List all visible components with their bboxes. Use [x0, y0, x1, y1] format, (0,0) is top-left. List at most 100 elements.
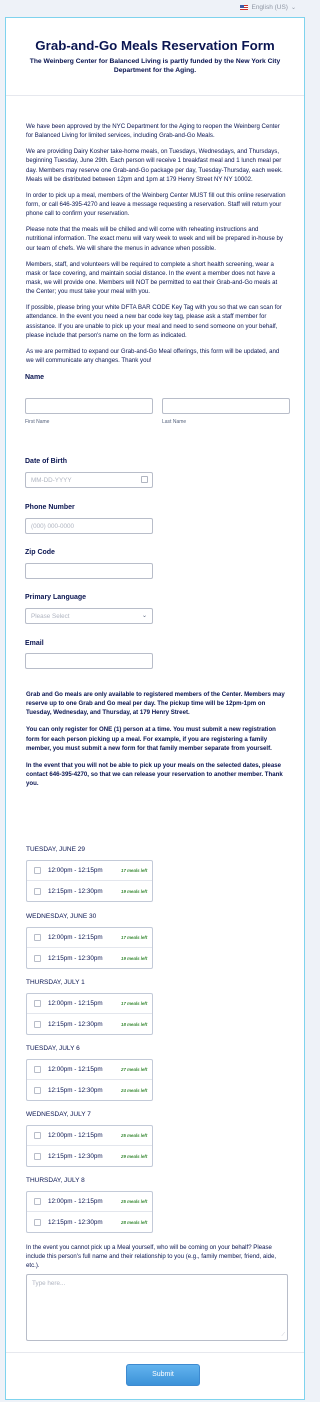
- slot-group: 12:00pm - 12:15pm 17 meals left 12:15pm -…: [26, 927, 153, 969]
- checkbox[interactable]: [34, 1000, 41, 1007]
- slot-time: 12:15pm - 12:30pm: [48, 1152, 103, 1160]
- slot-time: 12:00pm - 12:15pm: [48, 1066, 103, 1073]
- slot-option[interactable]: 12:00pm - 12:15pm 17 meals left: [27, 861, 152, 881]
- checkbox[interactable]: [34, 867, 41, 874]
- slot-group: 12:00pm - 12:15pm 27 meals left 12:15pm -…: [26, 1059, 153, 1101]
- slot-option[interactable]: 12:15pm - 12:30pm 19 meals left: [27, 881, 152, 901]
- slot-group: 12:00pm - 12:15pm 25 meals left 12:15pm -…: [26, 1125, 153, 1167]
- meals-left: 17 meals left: [121, 868, 148, 873]
- dob-placeholder: MM-DD-YYYY: [31, 477, 72, 484]
- slot-option[interactable]: 12:00pm - 12:15pm 17 meals left: [27, 928, 152, 948]
- pickup-textarea[interactable]: Type here... ⟋: [26, 1274, 288, 1341]
- resize-handle-icon[interactable]: ⟋: [281, 1332, 285, 1338]
- chevron-down-icon: ⌄: [141, 613, 147, 619]
- pickup-question: In the event you cannot pick up a Meal y…: [26, 1244, 277, 1269]
- checkbox[interactable]: [34, 934, 41, 941]
- notes-text: Grab and Go meals are only available to …: [26, 690, 291, 796]
- meals-left: 17 meals left: [121, 935, 148, 940]
- checkbox[interactable]: [34, 1086, 41, 1094]
- slot-option[interactable]: 12:00pm - 12:15pm 17 meals left: [27, 994, 152, 1014]
- slot-time: 12:00pm - 12:15pm: [48, 934, 103, 941]
- checkbox[interactable]: [34, 1152, 41, 1160]
- form-header: Grab-and-Go Meals Reservation Form The W…: [6, 38, 304, 76]
- slot-option[interactable]: 12:15pm - 12:30pm 19 meals left: [27, 948, 152, 968]
- intro-paragraph: In order to pick up a meal, members of t…: [26, 191, 286, 218]
- slot-option[interactable]: 12:15pm - 12:30pm 29 meals left: [27, 1146, 152, 1166]
- form-subtitle: The Weinberg Center for Balanced Living …: [29, 58, 281, 75]
- slot-time: 12:15pm - 12:30pm: [48, 1218, 103, 1226]
- last-name-input[interactable]: [162, 398, 290, 414]
- zip-input[interactable]: [25, 563, 153, 579]
- day-label: WEDNESDAY, JULY 7: [26, 1111, 91, 1118]
- language-select[interactable]: Please Select ⌄: [25, 608, 153, 624]
- phone-input[interactable]: (000) 000-0000: [25, 518, 153, 534]
- slot-option[interactable]: 12:15pm - 12:30pm 18 meals left: [27, 1014, 152, 1034]
- intro-text: We have been approved by the NYC Departm…: [26, 122, 286, 372]
- us-flag-icon: [240, 5, 249, 10]
- meals-left: 29 meals left: [121, 1153, 148, 1159]
- intro-paragraph: We are providing Dairy Kosher take-home …: [26, 148, 283, 183]
- zip-label: Zip Code: [25, 549, 55, 556]
- dob-label: Date of Birth: [25, 458, 67, 465]
- slot-time: 12:00pm - 12:15pm: [48, 867, 103, 874]
- slot-time: 12:15pm - 12:30pm: [48, 1086, 103, 1094]
- day-label: WEDNESDAY, JUNE 30: [26, 913, 97, 920]
- intro-paragraph: As we are permitted to expand our Grab-a…: [26, 347, 280, 364]
- checkbox[interactable]: [34, 1020, 41, 1028]
- language-selector[interactable]: English (US) ⌄: [240, 4, 296, 11]
- language-selected: Please Select: [31, 613, 70, 620]
- language-label: English (US): [251, 4, 288, 11]
- intro-paragraph: Members, staff, and volunteers will be r…: [26, 260, 278, 296]
- form-card: Grab-and-Go Meals Reservation Form The W…: [5, 17, 305, 1400]
- slot-group: 12:00pm - 12:15pm 17 meals left 12:15pm -…: [26, 860, 153, 902]
- calendar-icon[interactable]: [141, 476, 148, 483]
- slot-option[interactable]: 12:15pm - 12:30pm 28 meals left: [27, 1212, 152, 1232]
- day-label: THURSDAY, JULY 1: [26, 979, 85, 986]
- meals-left: 25 meals left: [121, 1199, 148, 1204]
- checkbox[interactable]: [34, 1066, 41, 1073]
- meals-left: 18 meals left: [121, 1021, 148, 1027]
- last-name-sublabel: Last Name: [162, 419, 187, 425]
- header-divider: [6, 95, 304, 96]
- name-label: Name: [25, 374, 45, 381]
- note-paragraph: In the event that you will not be able t…: [26, 761, 283, 788]
- checkbox[interactable]: [34, 1218, 41, 1226]
- slot-group: 12:00pm - 12:15pm 17 meals left 12:15pm -…: [26, 993, 153, 1035]
- phone-label: Phone Number: [25, 504, 75, 511]
- dob-input[interactable]: MM-DD-YYYY: [25, 472, 153, 488]
- meals-left: 19 meals left: [121, 888, 148, 894]
- meals-left: 27 meals left: [121, 1067, 148, 1072]
- intro-paragraph: We have been approved by the NYC Departm…: [26, 123, 280, 140]
- first-name-input[interactable]: [25, 398, 153, 414]
- phone-placeholder: (000) 000-0000: [31, 523, 75, 530]
- checkbox[interactable]: [34, 887, 41, 895]
- slot-option[interactable]: 12:00pm - 12:15pm 25 meals left: [27, 1126, 152, 1146]
- slot-time: 12:00pm - 12:15pm: [48, 1198, 103, 1205]
- slot-option[interactable]: 12:15pm - 12:30pm 24 meals left: [27, 1080, 152, 1100]
- submit-button[interactable]: Submit: [126, 1364, 200, 1386]
- meals-left: 28 meals left: [121, 1219, 148, 1225]
- pickup-placeholder: Type here...: [32, 1280, 66, 1287]
- checkbox[interactable]: [34, 1132, 41, 1139]
- slot-option[interactable]: 12:00pm - 12:15pm 27 meals left: [27, 1060, 152, 1080]
- email-input[interactable]: [25, 653, 153, 669]
- email-label: Email: [25, 640, 44, 647]
- slot-time: 12:15pm - 12:30pm: [48, 1020, 103, 1028]
- meals-left: 17 meals left: [121, 1001, 148, 1006]
- slot-time: 12:00pm - 12:15pm: [48, 1132, 103, 1139]
- meals-left: 19 meals left: [121, 955, 148, 961]
- meals-left: 24 meals left: [121, 1087, 148, 1093]
- slot-option[interactable]: 12:00pm - 12:15pm 25 meals left: [27, 1192, 152, 1212]
- checkbox[interactable]: [34, 1198, 41, 1205]
- slot-time: 12:15pm - 12:30pm: [48, 887, 103, 895]
- meals-left: 25 meals left: [121, 1133, 148, 1138]
- checkbox[interactable]: [34, 954, 41, 962]
- chevron-down-icon: ⌄: [290, 5, 296, 11]
- language-field-label: Primary Language: [25, 594, 87, 601]
- intro-paragraph: Please note that the meals will be chill…: [26, 226, 283, 252]
- slot-group: 12:00pm - 12:15pm 25 meals left 12:15pm -…: [26, 1191, 153, 1233]
- note-paragraph: You can only register for ONE (1) person…: [26, 726, 276, 752]
- slot-time: 12:00pm - 12:15pm: [48, 1000, 103, 1007]
- note-paragraph: Grab and Go meals are only available to …: [26, 691, 285, 717]
- day-label: THURSDAY, JULY 8: [26, 1177, 85, 1184]
